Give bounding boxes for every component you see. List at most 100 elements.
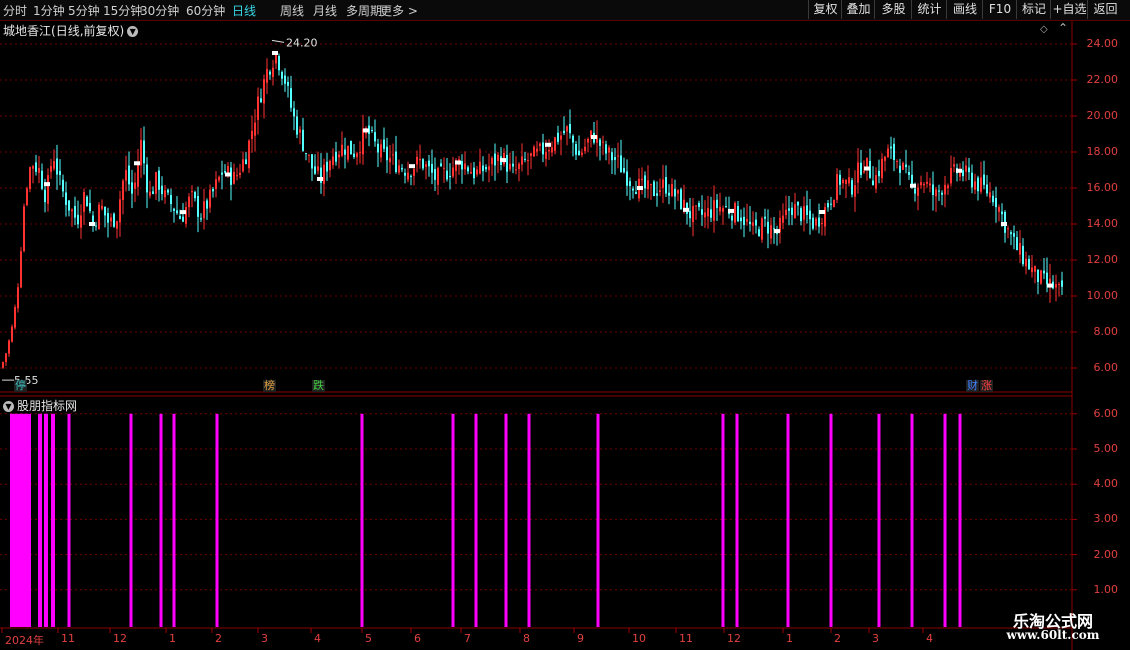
timeframe-tab[interactable]: 多周期: [346, 2, 382, 19]
candle-body: [251, 130, 253, 139]
x-tick-label: 11: [61, 632, 75, 645]
candle-body: [449, 175, 451, 177]
candle-body: [581, 152, 583, 155]
candle-body: [1019, 243, 1021, 255]
candle-body: [635, 192, 637, 194]
diamond-icon[interactable]: ◇: [1040, 24, 1048, 35]
candle-body: [302, 129, 304, 151]
event-tag[interactable]: 停: [14, 380, 27, 392]
x-tick-label: 5: [365, 632, 372, 645]
candle-body: [440, 163, 442, 167]
candle-body: [866, 157, 868, 168]
timeframe-tab[interactable]: 更多 >: [380, 2, 418, 19]
timeframe-tab[interactable]: 日线: [232, 2, 256, 19]
timeframe-tab[interactable]: 5分钟: [68, 2, 100, 19]
x-tick-label: 7: [464, 632, 471, 645]
candle-body: [14, 307, 16, 328]
price-tick-label: 18.00: [1086, 145, 1119, 158]
candle-body: [842, 179, 844, 184]
candle-body: [539, 143, 541, 147]
timeframe-tab[interactable]: 60分钟: [186, 2, 225, 19]
signal-marker: [180, 210, 186, 215]
candle-body: [491, 157, 493, 165]
event-tag[interactable]: 跌: [312, 380, 325, 392]
candle-body: [326, 161, 328, 172]
timeframe-tab[interactable]: 30分钟: [140, 2, 179, 19]
candle-body: [212, 188, 214, 192]
candle-body: [353, 153, 355, 157]
candle-body: [932, 184, 934, 196]
toolbar-button[interactable]: +自选: [1050, 0, 1088, 19]
candle-body: [734, 202, 736, 223]
candle-body: [566, 126, 568, 132]
candle-body: [782, 215, 784, 223]
candle-body: [26, 188, 28, 206]
x-tick-label: 1: [786, 632, 793, 645]
timeframe-tab[interactable]: 周线: [280, 2, 304, 19]
high-price-label: 24.20: [286, 36, 318, 49]
toolbar-button[interactable]: 多股: [874, 0, 912, 19]
candle-body: [644, 175, 646, 189]
candle-body: [410, 175, 412, 177]
candle-body: [86, 196, 88, 207]
signal-bar: [474, 413, 478, 627]
toolbar-button[interactable]: 复权: [808, 0, 842, 19]
candle-body: [509, 163, 511, 170]
event-tag[interactable]: 榜: [263, 380, 276, 392]
candle-body: [506, 154, 508, 172]
candle-body: [404, 172, 406, 176]
candle-body: [557, 132, 559, 142]
event-tag[interactable]: 涨: [980, 380, 993, 392]
indicator-tick-label: 2.00: [1093, 547, 1119, 561]
candle-body: [305, 152, 307, 154]
candle-body: [794, 204, 796, 219]
timeframe-tab[interactable]: 月线: [313, 2, 337, 19]
toolbar-button[interactable]: 标记: [1016, 0, 1051, 19]
candle-body: [749, 221, 751, 225]
candle-body: [983, 174, 985, 185]
candle-body: [809, 210, 811, 220]
candle-body: [605, 144, 607, 154]
candle-body: [947, 185, 949, 189]
candle-body: [677, 190, 679, 194]
event-tag[interactable]: 财: [966, 380, 979, 392]
candle-body: [791, 207, 793, 215]
candle-body: [104, 206, 106, 216]
candle-body: [881, 158, 883, 179]
candle-body: [974, 181, 976, 190]
candle-body: [935, 189, 937, 197]
toolbar-button[interactable]: F10: [982, 0, 1017, 19]
candle-body: [215, 179, 217, 189]
candle-body: [131, 182, 133, 194]
x-tick-label: 4: [926, 632, 933, 645]
candle-body: [812, 217, 814, 229]
candle-body: [56, 158, 58, 175]
candle-body: [8, 340, 10, 354]
signal-bar: [786, 413, 790, 627]
toolbar-button[interactable]: 画线: [946, 0, 983, 19]
toolbar-button[interactable]: 叠加: [841, 0, 875, 19]
candle-body: [977, 177, 979, 192]
timeframe-tab[interactable]: 1分钟: [33, 2, 65, 19]
candle-body: [68, 200, 70, 211]
candle-body: [758, 229, 760, 236]
candle-body: [428, 160, 430, 167]
candle-body: [347, 145, 349, 160]
candle-body: [167, 189, 169, 193]
chart-canvas[interactable]: 24.205.55: [0, 0, 1130, 650]
chevron-down-icon[interactable]: ▼: [3, 401, 14, 412]
candle-body: [554, 137, 556, 151]
candle-body: [479, 161, 481, 174]
chevron-down-icon[interactable]: ▼: [127, 26, 139, 37]
toolbar-button[interactable]: 返回: [1087, 0, 1123, 19]
timeframe-tab[interactable]: 15分钟: [103, 2, 142, 19]
candle-body: [662, 179, 664, 188]
timeframe-tab[interactable]: 分时: [3, 2, 27, 19]
candle-body: [176, 210, 178, 214]
x-tick-label: 10: [632, 632, 646, 645]
chevron-up-icon[interactable]: ⌃: [1058, 21, 1068, 35]
x-tick-label: 2: [215, 632, 222, 645]
toolbar-button[interactable]: 统计: [911, 0, 947, 19]
candle-body: [515, 169, 517, 171]
candle-body: [992, 195, 994, 203]
